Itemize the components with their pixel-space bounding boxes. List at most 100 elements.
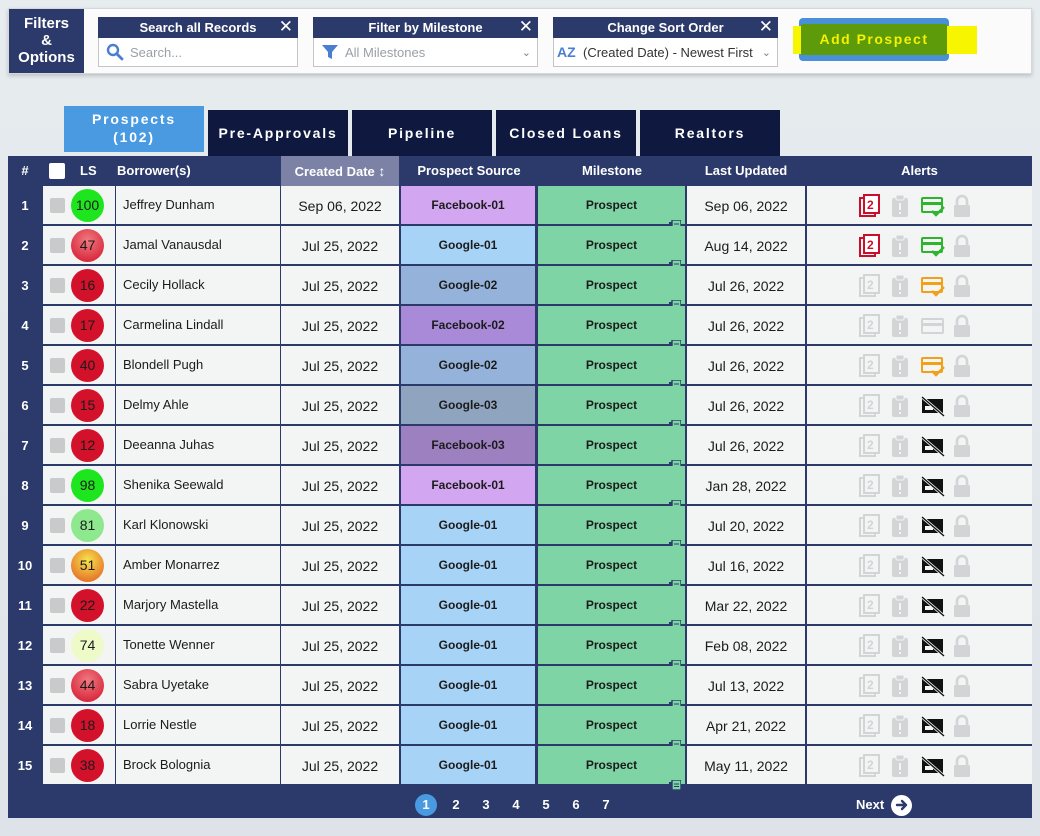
clipboard-alert-icon[interactable] (890, 394, 912, 418)
milestone-cell[interactable]: Prospect (538, 266, 685, 312)
lock-icon[interactable] (952, 394, 974, 418)
lock-icon[interactable] (952, 354, 974, 378)
borrower-name[interactable]: Cecily Hollack (116, 266, 280, 304)
borrower-name[interactable]: Amber Monarrez (116, 546, 280, 584)
clipboard-alert-icon[interactable] (890, 714, 912, 738)
documents-alert-icon[interactable]: 2 (859, 194, 881, 218)
credit-card-off-icon[interactable] (921, 514, 945, 538)
credit-card-off-icon[interactable] (921, 714, 945, 738)
milestone-cell[interactable]: Prospect (538, 546, 685, 592)
credit-card-off-icon[interactable] (921, 474, 945, 498)
clipboard-alert-icon[interactable] (890, 674, 912, 698)
documents-alert-icon[interactable]: 2 (859, 234, 881, 258)
row-checkbox[interactable] (50, 598, 65, 613)
milestone-cell[interactable]: Prospect (538, 506, 685, 552)
lock-icon[interactable] (952, 474, 974, 498)
col-prospect-source[interactable]: Prospect Source (401, 156, 537, 186)
row-checkbox[interactable] (50, 758, 65, 773)
borrower-name[interactable]: Shenika Seewald (116, 466, 280, 504)
credit-card-check-icon[interactable] (921, 234, 945, 258)
milestone-cell[interactable]: Prospect (538, 626, 685, 672)
lock-icon[interactable] (952, 754, 974, 778)
notes-icon[interactable] (669, 289, 682, 312)
credit-card-off-icon[interactable] (921, 634, 945, 658)
documents-icon[interactable]: 2 (859, 514, 881, 538)
documents-icon[interactable]: 2 (859, 634, 881, 658)
borrower-name[interactable]: Jeffrey Dunham (116, 186, 280, 224)
tab-closed-loans[interactable]: Closed Loans (496, 110, 636, 156)
milestone-cell[interactable]: Prospect (538, 306, 685, 352)
lock-icon[interactable] (952, 634, 974, 658)
credit-card-check-icon[interactable] (921, 354, 945, 378)
documents-icon[interactable]: 2 (859, 274, 881, 298)
row-checkbox[interactable] (50, 638, 65, 653)
col-ls[interactable]: LS (80, 156, 100, 186)
col-borrower[interactable]: Borrower(s) (117, 156, 267, 186)
milestone-cell[interactable]: Prospect (538, 746, 685, 792)
lock-icon[interactable] (952, 434, 974, 458)
page-3-button[interactable]: 3 (475, 794, 497, 816)
documents-icon[interactable]: 2 (859, 474, 881, 498)
credit-card-off-icon[interactable] (921, 594, 945, 618)
documents-icon[interactable]: 2 (859, 314, 881, 338)
notes-icon[interactable] (669, 529, 682, 552)
borrower-name[interactable]: Carmelina Lindall (116, 306, 280, 344)
notes-icon[interactable] (669, 409, 682, 432)
borrower-name[interactable]: Deeanna Juhas (116, 426, 280, 464)
notes-icon[interactable] (669, 329, 682, 352)
page-7-button[interactable]: 7 (595, 794, 617, 816)
sort-select[interactable]: AZ (Created Date) - Newest First ⌄ (553, 38, 778, 67)
tab-prospects[interactable]: Prospects (102) (64, 106, 204, 152)
clipboard-alert-icon[interactable] (890, 514, 912, 538)
borrower-name[interactable]: Brock Bolognia (116, 746, 280, 784)
lock-icon[interactable] (952, 274, 974, 298)
table-row[interactable]: 15 38 Brock Bolognia Jul 25, 2022 Google-01 P… (8, 746, 1032, 792)
row-checkbox[interactable] (50, 318, 65, 333)
col-created-date[interactable]: Created Date ↕ (281, 156, 399, 186)
lock-icon[interactable] (952, 594, 974, 618)
lock-icon[interactable] (952, 554, 974, 578)
next-page-button[interactable]: Next (856, 794, 913, 816)
search-clear-icon[interactable]: ✕ (279, 17, 293, 37)
table-row[interactable]: 11 22 Marjory Mastella Jul 25, 2022 Google-0… (8, 586, 1032, 632)
borrower-name[interactable]: Tonette Wenner (116, 626, 280, 664)
credit-card-icon[interactable] (921, 314, 944, 338)
clipboard-alert-icon[interactable] (890, 234, 912, 258)
documents-icon[interactable]: 2 (859, 714, 881, 738)
table-row[interactable]: 1 100 Jeffrey Dunham Sep 06, 2022 Facebook-0… (8, 186, 1032, 232)
notes-icon[interactable] (669, 649, 682, 672)
row-checkbox[interactable] (50, 398, 65, 413)
credit-card-off-icon[interactable] (921, 434, 945, 458)
milestone-cell[interactable]: Prospect (538, 226, 685, 272)
documents-icon[interactable]: 2 (859, 394, 881, 418)
borrower-name[interactable]: Delmy Ahle (116, 386, 280, 424)
credit-card-check-icon[interactable] (921, 194, 945, 218)
clipboard-alert-icon[interactable] (890, 554, 912, 578)
lock-icon[interactable] (952, 514, 974, 538)
row-checkbox[interactable] (50, 478, 65, 493)
row-checkbox[interactable] (50, 678, 65, 693)
page-6-button[interactable]: 6 (565, 794, 587, 816)
notes-icon[interactable] (669, 489, 682, 512)
select-all-checkbox[interactable] (49, 163, 65, 179)
lock-icon[interactable] (952, 714, 974, 738)
clipboard-alert-icon[interactable] (890, 434, 912, 458)
clipboard-alert-icon[interactable] (890, 634, 912, 658)
table-row[interactable]: 4 17 Carmelina Lindall Jul 25, 2022 Facebook… (8, 306, 1032, 352)
clipboard-alert-icon[interactable] (890, 594, 912, 618)
notes-icon[interactable] (669, 249, 682, 272)
documents-icon[interactable]: 2 (859, 434, 881, 458)
borrower-name[interactable]: Blondell Pugh (116, 346, 280, 384)
milestone-cell[interactable]: Prospect (538, 346, 685, 392)
add-prospect-button[interactable]: Add Prospect (793, 18, 977, 61)
table-row[interactable]: 14 18 Lorrie Nestle Jul 25, 2022 Google-01 Pr… (8, 706, 1032, 752)
table-row[interactable]: 12 74 Tonette Wenner Jul 25, 2022 Google-01 P… (8, 626, 1032, 672)
table-row[interactable]: 7 12 Deeanna Juhas Jul 25, 2022 Facebook-03 P… (8, 426, 1032, 472)
filters-options-button[interactable]: Filters & Options (9, 9, 84, 73)
row-checkbox[interactable] (50, 358, 65, 373)
row-checkbox[interactable] (50, 238, 65, 253)
documents-icon[interactable]: 2 (859, 554, 881, 578)
clipboard-alert-icon[interactable] (890, 274, 912, 298)
lock-icon[interactable] (952, 234, 974, 258)
page-2-button[interactable]: 2 (445, 794, 467, 816)
